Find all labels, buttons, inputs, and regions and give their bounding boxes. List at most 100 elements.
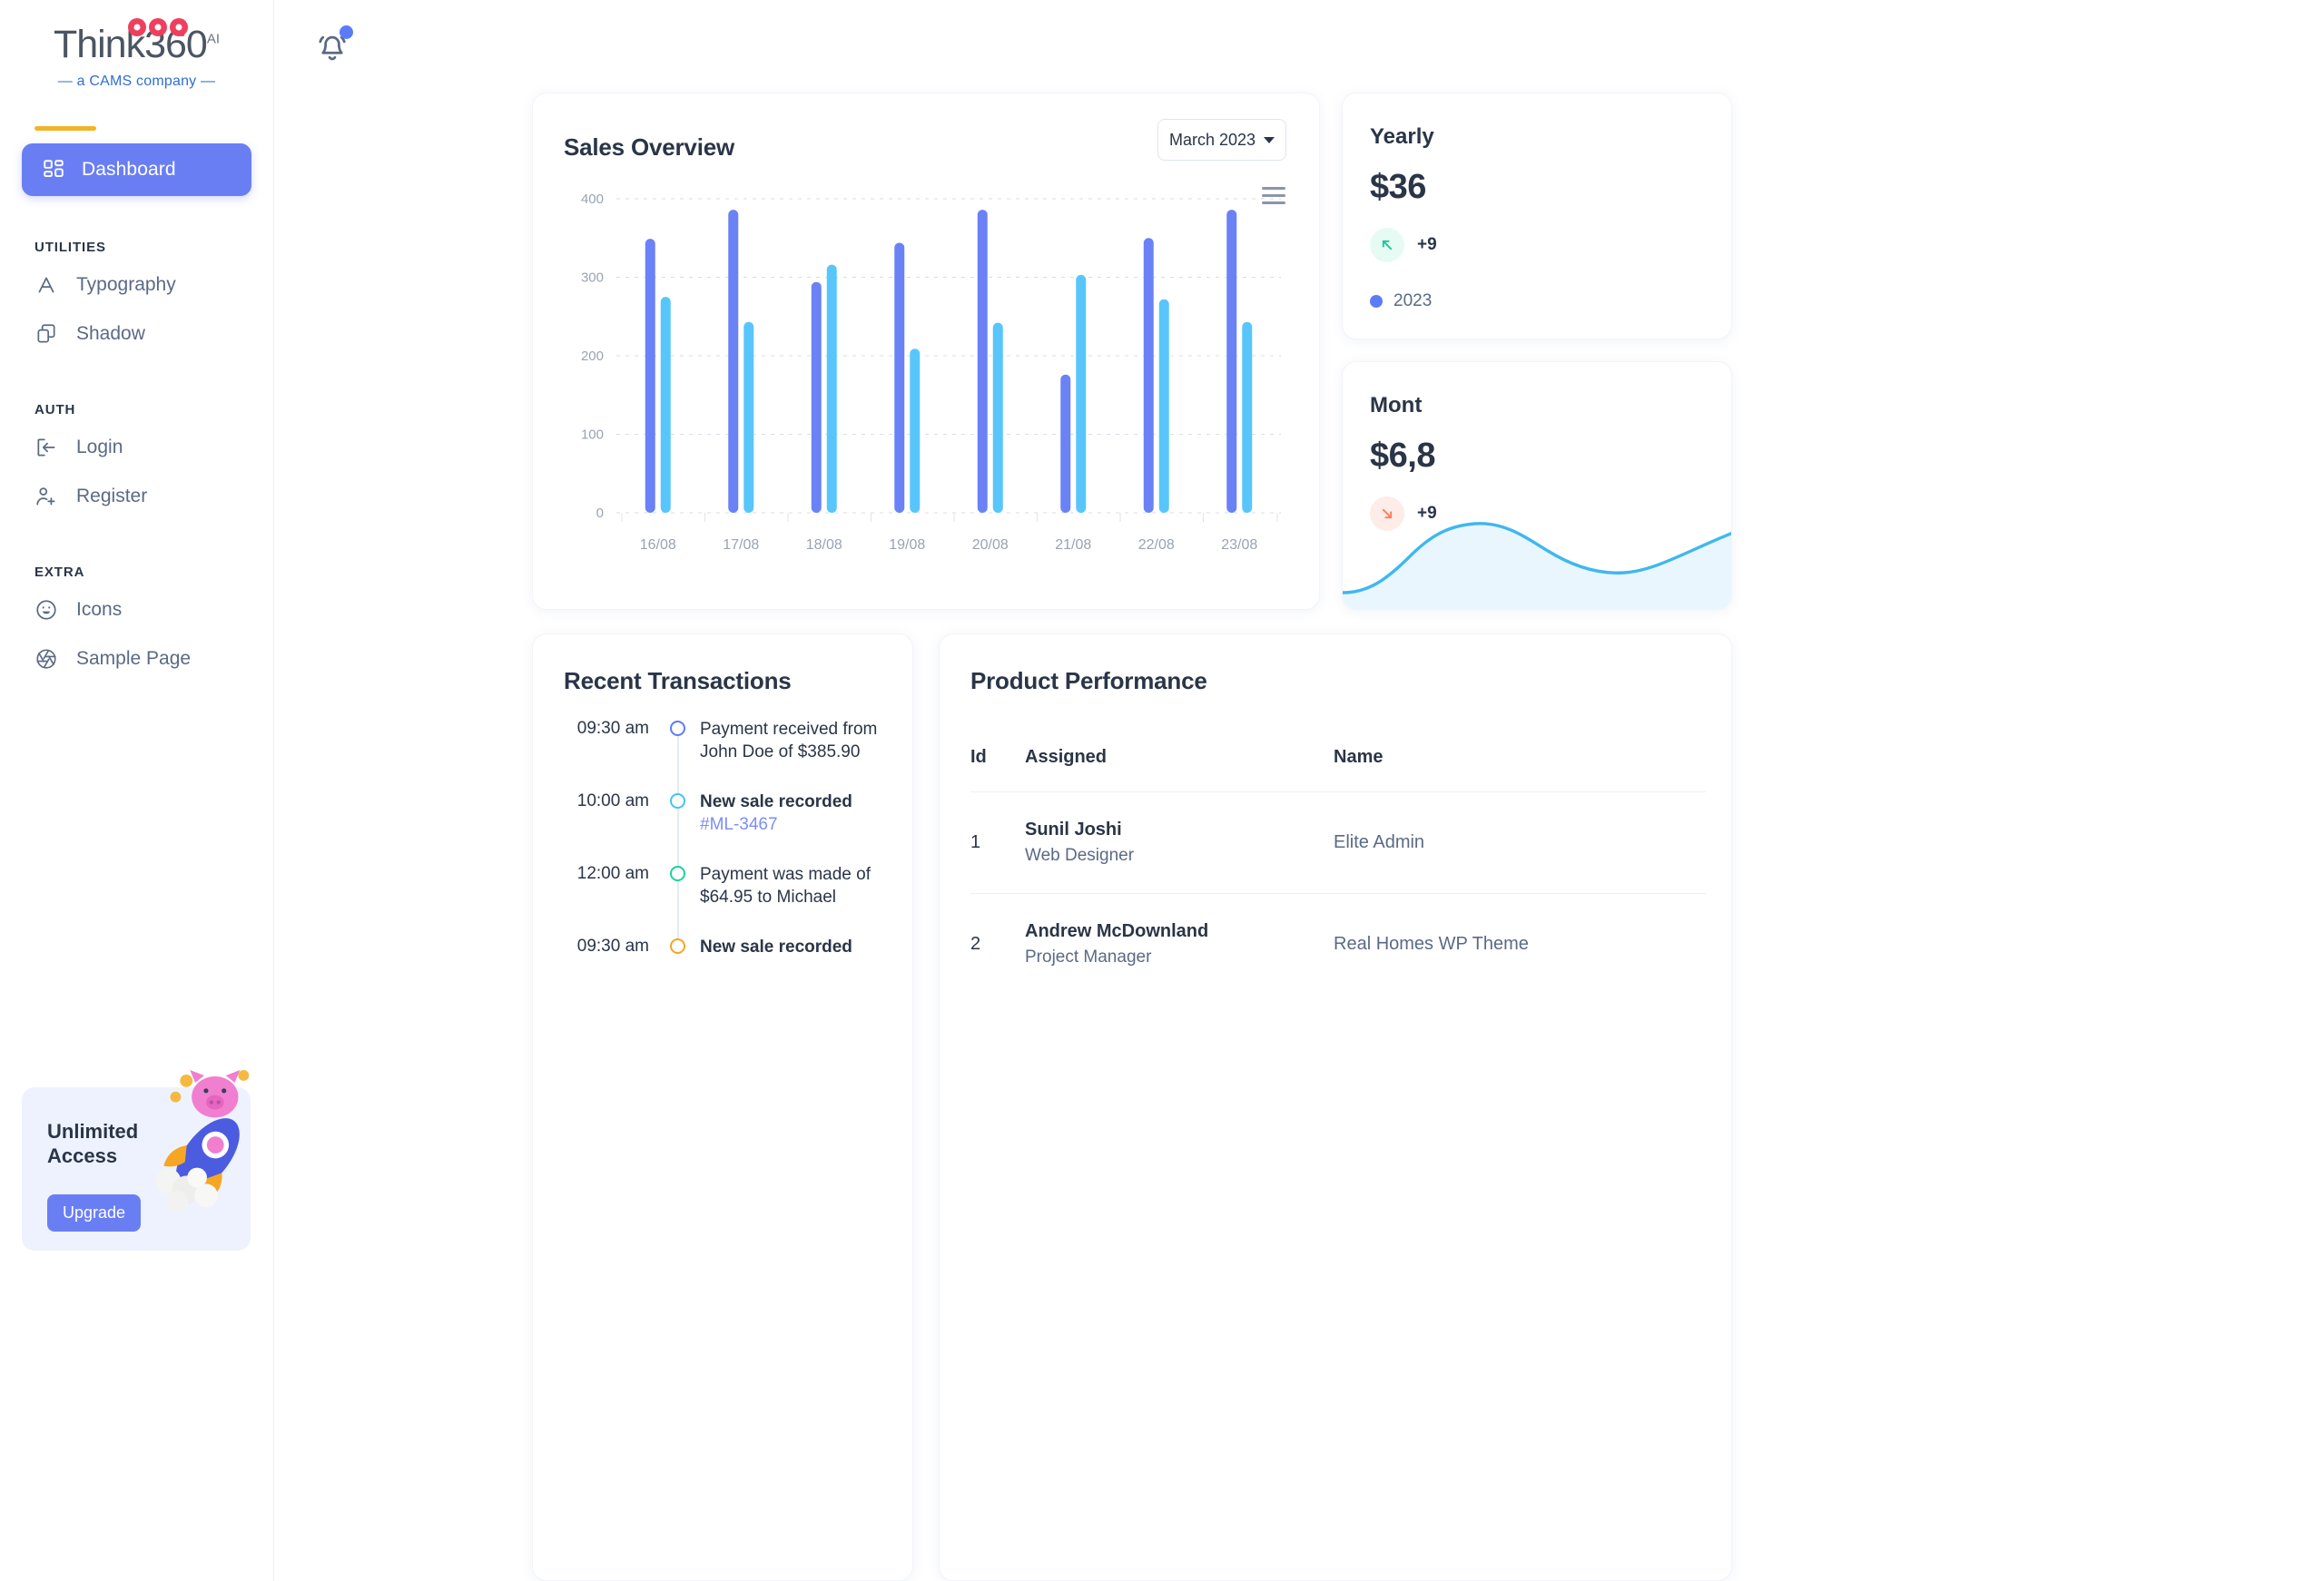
sidebar-item-label: Icons [76, 599, 123, 620]
column-header-name: Name [1334, 747, 1384, 767]
sidebar-item-icons[interactable]: Icons [0, 585, 273, 634]
svg-text:300: 300 [581, 270, 604, 286]
user-plus-icon [36, 487, 55, 506]
product-performance-card: Product Performance Id Assigned Name 1 Su… [939, 633, 1732, 1581]
transaction-time: 12:00 am [576, 864, 649, 883]
table-row: 2 Andrew McDownland Project Manager Real Ho… [970, 893, 1706, 995]
transaction-marker [665, 863, 700, 948]
cell-assigned: Sunil Joshi Web Designer [1025, 791, 1334, 894]
transaction-item: 09:30 am New sale recorded [564, 936, 891, 1008]
transaction-text: John Doe of $385.90 [700, 742, 861, 762]
rocket-illustration [155, 1070, 250, 1213]
yearly-card-title: Yearly [1370, 124, 1434, 149]
legend-dot-icon [1370, 295, 1383, 308]
svg-text:23/08: 23/08 [1221, 537, 1257, 553]
transaction-text: New sale recorded [700, 938, 852, 957]
month-selector-value: March 2023 [1168, 130, 1256, 149]
sidebar-section-utilities: UTILITIES [34, 240, 106, 255]
transaction-marker [665, 936, 700, 1008]
status-dot-icon [670, 866, 685, 881]
sidebar-accent-bar [34, 126, 96, 131]
transaction-time: 09:30 am [576, 719, 649, 738]
transaction-marker [665, 790, 700, 876]
monthly-card-value: $6,8 [1370, 437, 1435, 475]
transaction-text: Payment received from [700, 720, 878, 739]
sidebar-item-label: Shadow [76, 323, 145, 344]
assignee-name: Andrew McDownland [1025, 921, 1209, 941]
sidebar-section-auth: AUTH [34, 402, 76, 417]
transaction-link[interactable]: #ML-3467 [700, 813, 891, 836]
sidebar-item-typography[interactable]: Typography [0, 260, 273, 309]
yearly-delta-value: +9 [1417, 235, 1437, 254]
notification-badge [340, 25, 353, 39]
assignee-role: Web Designer [1025, 846, 1135, 865]
transaction-time: 10:00 am [576, 791, 649, 810]
login-icon [37, 438, 55, 457]
svg-text:17/08: 17/08 [723, 537, 759, 553]
status-dot-icon [670, 721, 685, 736]
transaction-item: 10:00 am New sale recorded #ML-3467 [564, 790, 891, 876]
sidebar: Think360AI — a CAMS company — Dashboard … [0, 0, 274, 1581]
transaction-body: New sale recorded #ML-3467 [700, 790, 891, 863]
sidebar-item-dashboard[interactable]: Dashboard [22, 143, 251, 196]
recent-transactions-card: Recent Transactions 09:30 am Payment rece… [532, 633, 913, 1581]
sidebar-item-label: Dashboard [82, 159, 176, 180]
sales-overview-card: Sales Overview March 2023 0 100 200 300 400 1… [532, 93, 1320, 610]
shadow-icon [37, 324, 55, 343]
sidebar-item-login[interactable]: Login [0, 423, 273, 472]
status-dot-icon [670, 938, 685, 954]
status-dot-icon [670, 793, 685, 809]
sidebar-item-label: Login [76, 437, 123, 457]
sidebar-item-label: Sample Page [76, 648, 192, 669]
transaction-time: 09:30 am [576, 937, 649, 956]
transaction-item: 12:00 am Payment was made of $64.95 to Mic… [564, 863, 891, 948]
brand-superscript: AI [206, 31, 221, 47]
sidebar-section-extra: EXTRA [34, 565, 85, 580]
cell-id: 1 [970, 791, 1025, 894]
svg-text:21/08: 21/08 [1055, 537, 1091, 553]
svg-text:100: 100 [581, 427, 604, 443]
cell-assigned: Andrew McDownland Project Manager [1025, 893, 1334, 995]
sidebar-item-label: Register [76, 486, 148, 506]
svg-text:0: 0 [596, 506, 604, 521]
table-row: 1 Sunil Joshi Web Designer Elite Admin [970, 791, 1706, 894]
month-selector[interactable]: March 2023 [1157, 119, 1286, 161]
sidebar-item-shadow[interactable]: Shadow [0, 309, 273, 358]
aperture-icon [36, 649, 56, 669]
typography-icon [38, 277, 54, 293]
product-performance-table: Id Assigned Name 1 Sunil Joshi Web Designe… [970, 736, 1706, 995]
svg-text:400: 400 [581, 191, 604, 207]
svg-text:18/08: 18/08 [806, 537, 842, 553]
cell-id: 2 [970, 893, 1025, 995]
transaction-item: 09:30 am Payment received from John Doe of… [564, 718, 891, 803]
sidebar-item-register[interactable]: Register [0, 472, 273, 521]
smiley-icon [36, 600, 56, 620]
assignee-role: Project Manager [1025, 948, 1152, 967]
transaction-body: New sale recorded [700, 936, 891, 1008]
yearly-delta: +9 [1370, 228, 1437, 262]
transaction-marker [665, 718, 700, 803]
upgrade-button[interactable]: Upgrade [47, 1194, 142, 1232]
chevron-down-icon [1264, 136, 1275, 143]
svg-text:19/08: 19/08 [889, 537, 925, 553]
transaction-body: Payment received from John Doe of $385.90 [700, 718, 891, 790]
monthly-card-title: Mont [1370, 393, 1423, 417]
assignee-name: Sunil Joshi [1025, 820, 1122, 840]
transaction-body: Payment was made of $64.95 to Michael [700, 863, 891, 936]
brand-logo[interactable]: Think360AI — a CAMS company — [0, 0, 273, 90]
transactions-timeline: 09:30 am Payment received from John Doe of… [564, 718, 891, 1008]
logo-dots-icon [127, 18, 188, 36]
grid-icon [44, 160, 64, 178]
sidebar-item-sample-page[interactable]: Sample Page [0, 634, 273, 683]
recent-transactions-title: Recent Transactions [564, 667, 792, 694]
transaction-text: $64.95 to Michael [700, 888, 836, 908]
legend-label: 2023 [1393, 291, 1433, 310]
column-header-assigned: Assigned [1025, 747, 1108, 767]
upgrade-promo-card: Unlimited Access Upgrade [22, 1070, 251, 1251]
table-header-row: Id Assigned Name [970, 736, 1706, 792]
yearly-legend: 2023 [1370, 291, 1432, 311]
monthly-summary-card: Mont $6,8 +9 [1342, 361, 1732, 610]
page-title: Sales Overview [564, 133, 734, 161]
brand-tagline: — a CAMS company — [57, 74, 216, 89]
transaction-text: New sale recorded [700, 792, 852, 811]
